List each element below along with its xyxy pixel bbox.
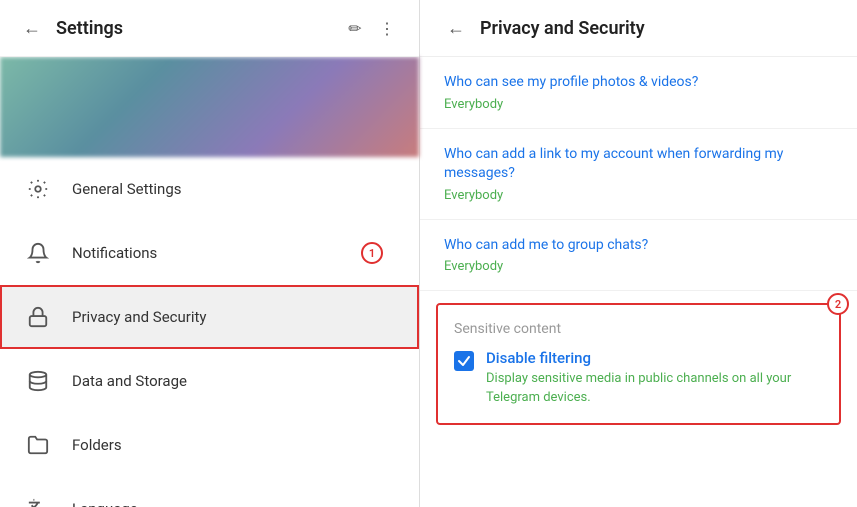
sidebar-item-language[interactable]: Language: [0, 477, 419, 507]
right-back-button[interactable]: ←: [440, 12, 472, 44]
sidebar-item-folders[interactable]: Folders: [0, 413, 419, 477]
folder-icon: [20, 427, 56, 463]
disable-filtering-desc: Display sensitive media in public channe…: [486, 370, 823, 406]
sidebar-item-data[interactable]: Data and Storage: [0, 349, 419, 413]
sidebar-item-notifications[interactable]: Notifications 1: [0, 221, 419, 285]
folders-label: Folders: [72, 436, 399, 454]
right-panel: ← Privacy and Security Who can see my pr…: [420, 0, 857, 507]
group-chats-answer: Everybody: [444, 259, 833, 274]
disable-filtering-label: Disable filtering: [486, 349, 823, 367]
edit-button[interactable]: ✏: [339, 12, 371, 44]
database-icon: [20, 363, 56, 399]
general-settings-label: General Settings: [72, 180, 399, 198]
profile-photos-question: Who can see my profile photos & videos?: [444, 73, 833, 93]
sidebar-item-privacy[interactable]: Privacy and Security: [0, 285, 419, 349]
sidebar-item-general[interactable]: General Settings: [0, 157, 419, 221]
group-chats-question: Who can add me to group chats?: [444, 236, 833, 256]
right-title: Privacy and Security: [480, 18, 645, 39]
lock-icon: [20, 299, 56, 335]
sensitive-content-section: Sensitive content Disable filtering Disp…: [436, 303, 841, 424]
data-storage-label: Data and Storage: [72, 372, 399, 390]
privacy-item-group-chats[interactable]: Who can add me to group chats? Everybody: [420, 220, 857, 292]
profile-banner: [0, 57, 419, 157]
left-back-button[interactable]: ←: [16, 12, 48, 44]
left-panel: ← Settings ✏ ⋮ General Settings: [0, 0, 420, 507]
notification-annotation-badge: 1: [361, 242, 383, 264]
gear-icon: [20, 171, 56, 207]
translate-icon: [20, 491, 56, 507]
profile-photos-answer: Everybody: [444, 97, 833, 112]
privacy-item-profile-photos[interactable]: Who can see my profile photos & videos? …: [420, 57, 857, 129]
right-header: ← Privacy and Security: [420, 0, 857, 57]
sensitive-content-item: Disable filtering Display sensitive medi…: [454, 349, 823, 406]
notifications-label: Notifications: [72, 244, 377, 262]
sensitive-content-title: Sensitive content: [454, 321, 823, 337]
left-title: Settings: [56, 18, 339, 39]
privacy-item-forwarding[interactable]: Who can add a link to my account when fo…: [420, 129, 857, 220]
menu-list: General Settings Notifications 1 Privacy…: [0, 157, 419, 507]
disable-filtering-checkbox[interactable]: [454, 351, 474, 371]
more-button[interactable]: ⋮: [371, 12, 403, 44]
annotation-2: 2: [827, 293, 849, 315]
privacy-security-label: Privacy and Security: [72, 308, 399, 326]
left-header: ← Settings ✏ ⋮: [0, 0, 419, 57]
language-label: Language: [72, 500, 399, 507]
forwarding-answer: Everybody: [444, 188, 833, 203]
forwarding-question: Who can add a link to my account when fo…: [444, 145, 833, 184]
sensitive-content-text: Disable filtering Display sensitive medi…: [486, 349, 823, 406]
bell-icon: [20, 235, 56, 271]
right-content: Who can see my profile photos & videos? …: [420, 57, 857, 507]
